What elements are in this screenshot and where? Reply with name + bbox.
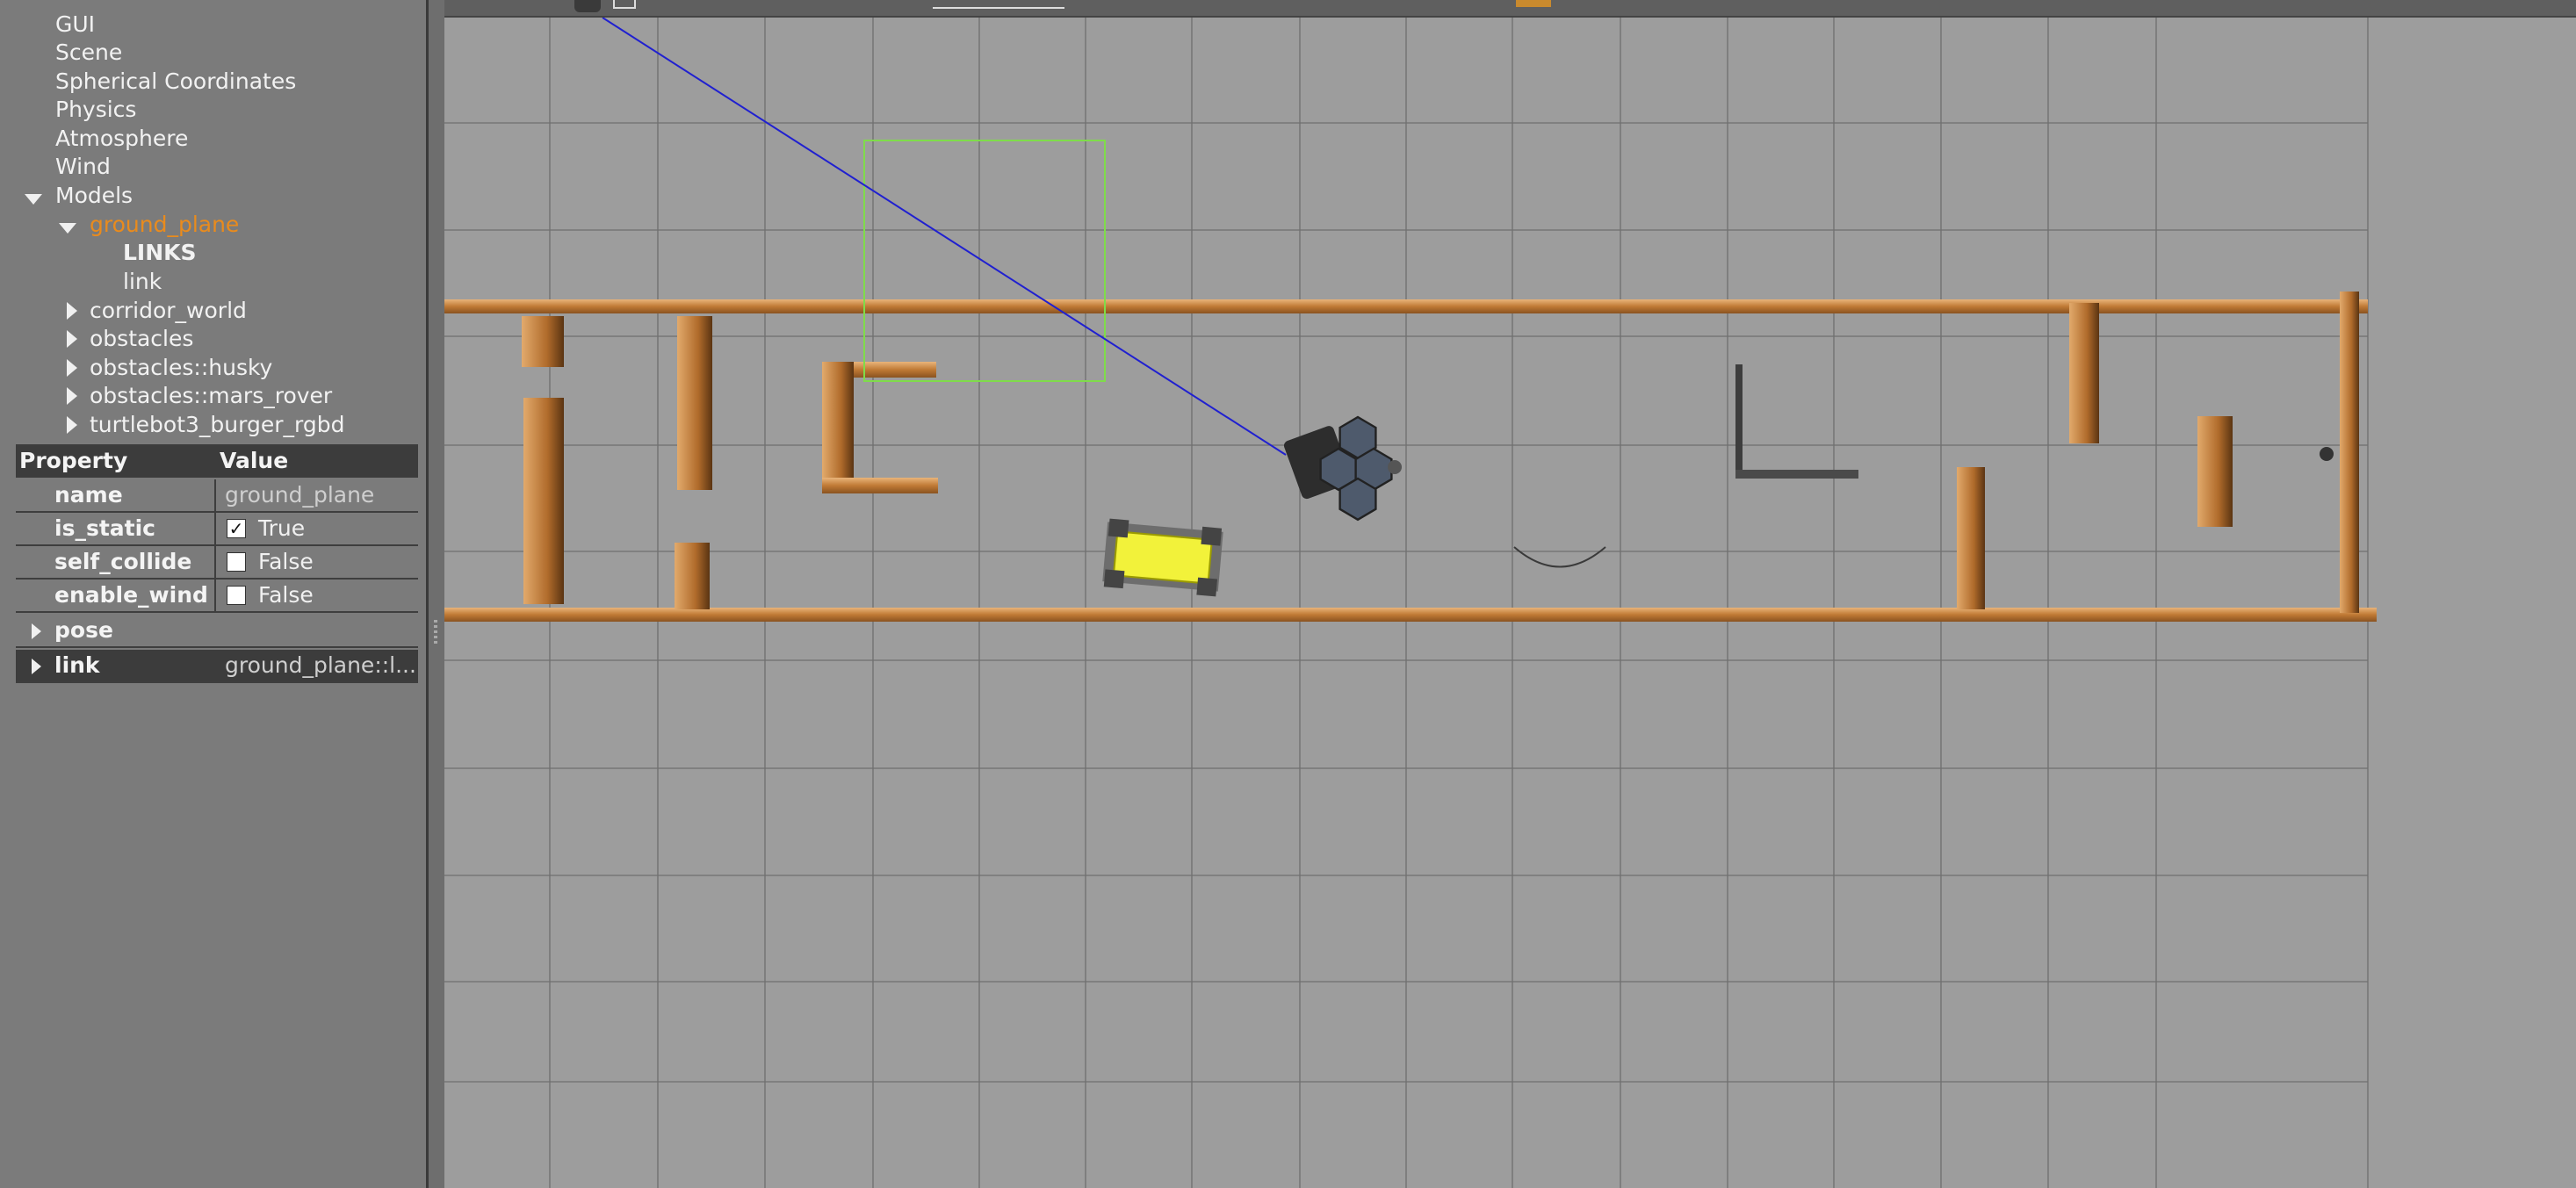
ground-plane-expand-icon[interactable] [59,223,76,234]
tree-item-corridor-world[interactable]: corridor_world [90,297,247,325]
obstacles-mars-rover-expand-icon[interactable] [67,387,77,405]
wall-segment[interactable] [2197,416,2233,527]
pose-label: pose [54,617,113,643]
tree-item-obstacles[interactable]: obstacles [90,325,193,353]
wall-segment[interactable] [2069,303,2099,443]
link-label: link [54,652,100,678]
scene-canvas[interactable] [444,18,2576,1188]
bottom-wall[interactable] [444,608,2377,622]
tree-item-obstacles-husky[interactable]: obstacles::husky [90,354,272,382]
wall-segment[interactable] [522,316,564,367]
corridor-world[interactable] [444,292,2377,622]
enable-wind-label: enable_wind [16,580,216,611]
is-static-checkbox[interactable]: ✓ [227,519,246,538]
self-collide-label: self_collide [16,546,216,578]
corridor-world-expand-icon[interactable] [67,302,77,320]
small-obstacle[interactable] [2320,447,2334,461]
panel-splitter-handle[interactable] [434,620,437,646]
shadow-arc [1513,546,1606,568]
scene-viewport[interactable] [444,18,2576,1188]
shape-tools-icon[interactable] [933,0,1064,9]
property-row-name: name ground_plane [16,479,418,513]
tree-item-wind[interactable]: Wind [55,153,111,181]
tree-item-gui[interactable]: GUI [55,11,95,39]
property-row-is-static: is_static ✓ True [16,513,418,546]
wall-segment[interactable] [523,398,564,604]
is-static-value: True [258,515,306,541]
turtlebot3-expand-icon[interactable] [67,416,77,434]
tree-item-ground-plane[interactable]: ground_plane [90,211,239,239]
obstacles-husky-expand-icon[interactable] [67,359,77,377]
property-column-header: Property [19,448,128,473]
wall-segment[interactable] [677,316,712,490]
selection-bounding-box [863,140,1106,382]
lights-icon[interactable] [1516,0,1551,7]
tree-item-spherical-coordinates[interactable]: Spherical Coordinates [55,68,296,96]
select-mode-button[interactable] [574,0,601,12]
toolbar [444,0,2576,18]
property-row-self-collide: self_collide False [16,546,418,580]
property-row-enable-wind: enable_wind False [16,580,418,613]
tree-item-physics[interactable]: Physics [55,96,136,124]
tree-item-obstacles-mars-rover[interactable]: obstacles::mars_rover [90,382,332,410]
value-column-header: Value [220,448,289,473]
tree-item-links-header: LINKS [123,240,197,265]
obstacles-expand-icon[interactable] [67,330,77,348]
tree-item-scene[interactable]: Scene [55,39,122,67]
property-row-pose[interactable]: pose [16,615,418,648]
tree-item-atmosphere[interactable]: Atmosphere [55,125,188,153]
wall-segment[interactable] [822,478,938,493]
enable-wind-checkbox[interactable] [227,586,246,605]
link-value[interactable]: ground_plane::l... [218,650,418,681]
left-panel: GUI Scene Spherical Coordinates Physics … [0,0,429,1188]
translate-mode-icon[interactable] [613,0,636,9]
property-table-header: Property Value [16,444,418,478]
property-name-value[interactable]: ground_plane [218,479,418,511]
property-name-label: name [16,479,216,511]
wall-segment[interactable] [675,543,710,609]
mars-rover-robot[interactable] [1102,518,1223,597]
turtlebot3-robot[interactable] [1282,415,1402,522]
tree-item-link[interactable]: link [123,268,162,296]
tree-item-turtlebot3-burger-rgbd[interactable]: turtlebot3_burger_rgbd [90,411,344,439]
property-row-link[interactable]: link ground_plane::l... [16,650,418,683]
self-collide-checkbox[interactable] [227,552,246,572]
right-wall[interactable] [2340,292,2359,613]
l-shaped-obstacle[interactable] [1735,364,1858,479]
wall-segment[interactable] [1957,467,1985,609]
wall-segment[interactable] [822,362,854,493]
self-collide-value: False [258,549,314,574]
models-expand-icon[interactable] [25,194,42,205]
is-static-label: is_static [16,513,216,544]
ground-grid [444,18,2369,1188]
tree-item-models[interactable]: Models [55,182,133,210]
enable-wind-value: False [258,582,314,608]
world-tree: GUI Scene Spherical Coordinates Physics … [0,0,395,439]
